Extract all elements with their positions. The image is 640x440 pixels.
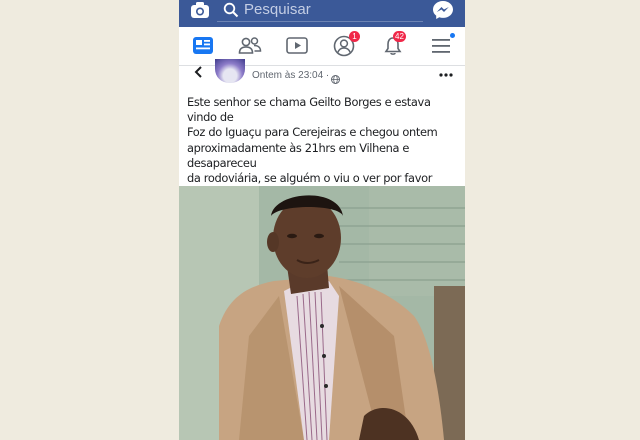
camera-icon[interactable] xyxy=(190,1,210,19)
top-bar: Pesquisar xyxy=(179,0,465,27)
tab-friends[interactable] xyxy=(238,35,262,57)
chevron-left-icon[interactable] xyxy=(193,65,203,78)
hamburger-menu-icon xyxy=(430,39,454,61)
menu-dot-badge xyxy=(450,33,455,38)
notifications-badge: 42 xyxy=(393,31,406,42)
search-icon xyxy=(223,2,239,18)
tab-news-feed[interactable] xyxy=(191,35,215,57)
phone-screen: Pesquisar 1 42 Ontem às 23:04 · Este sen… xyxy=(179,0,465,440)
avatar[interactable] xyxy=(215,59,245,83)
tab-menu[interactable] xyxy=(430,33,455,57)
globe-icon xyxy=(331,71,340,84)
messenger-icon[interactable] xyxy=(432,0,454,20)
profile-badge: 1 xyxy=(349,31,360,42)
bell-icon xyxy=(383,37,407,61)
post-photo[interactable] xyxy=(179,186,465,440)
tab-watch[interactable] xyxy=(285,35,309,57)
video-icon xyxy=(285,37,309,61)
search-placeholder: Pesquisar xyxy=(244,1,311,18)
news-feed-icon xyxy=(191,37,215,61)
post-header: Ontem às 23:04 · xyxy=(179,59,465,87)
tab-notifications[interactable]: 42 xyxy=(383,31,407,57)
tab-profile[interactable]: 1 xyxy=(333,31,360,57)
search-input[interactable]: Pesquisar xyxy=(217,0,423,22)
post-timestamp[interactable]: Ontem às 23:04 · xyxy=(252,70,329,81)
more-options-icon[interactable] xyxy=(439,65,453,77)
profile-icon xyxy=(333,35,357,61)
